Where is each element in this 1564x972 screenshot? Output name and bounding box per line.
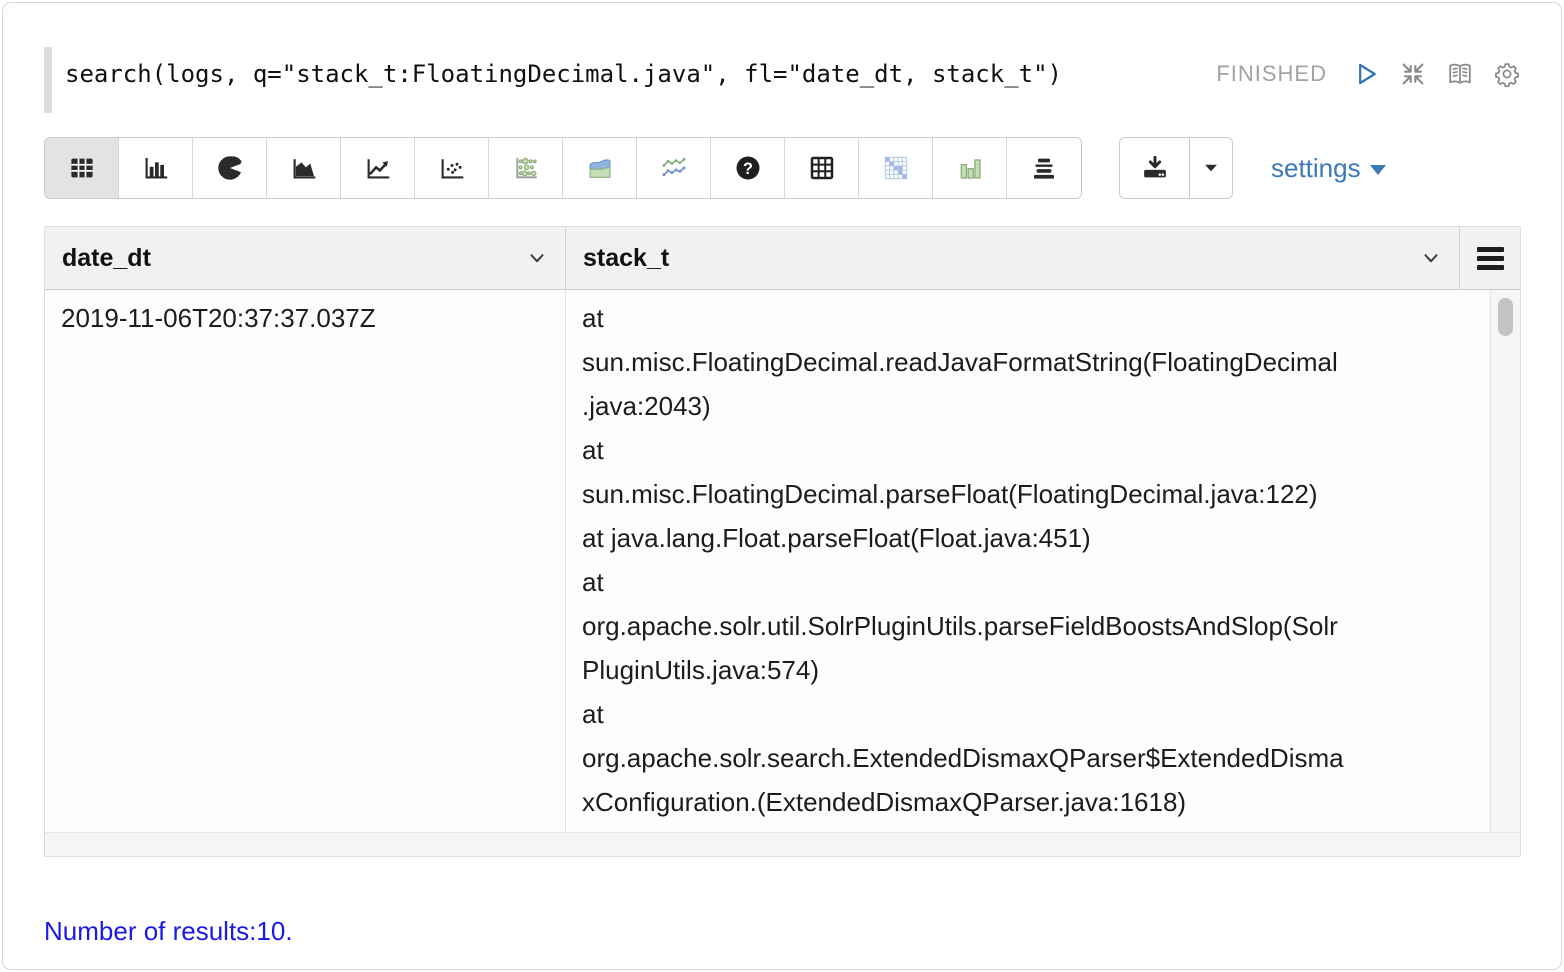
column-chart-icon [954, 152, 986, 184]
horizontal-bars-icon [1028, 152, 1060, 184]
status-badge: FINISHED [1216, 61, 1327, 87]
download-icon [1140, 153, 1170, 183]
pie-chart-button[interactable] [193, 138, 267, 198]
table-header: date_dt stack_t [45, 227, 1520, 290]
chart-type-group: ? [44, 137, 1082, 199]
line-chart-icon [363, 153, 393, 183]
cell-date-dt: 2019-11-06T20:37:37.037Z [45, 290, 566, 832]
chevron-down-icon[interactable] [526, 247, 548, 269]
grid-table-button[interactable] [785, 138, 859, 198]
multi-line-chart-button[interactable] [637, 138, 711, 198]
paragraph-card: search(logs, q="stack_t:FloatingDecimal.… [2, 2, 1562, 970]
stacked-area-chart-button[interactable] [563, 138, 637, 198]
result-toolbar: ? [44, 137, 1521, 199]
table-body: 2019-11-06T20:37:37.037Z at sun.misc.Flo… [45, 290, 1520, 832]
scatter-chart-button[interactable] [415, 138, 489, 198]
multi-line-chart-icon [658, 152, 690, 184]
column-label: stack_t [583, 244, 669, 273]
book-icon[interactable] [1446, 60, 1474, 88]
code-editor[interactable]: search(logs, q="stack_t:FloatingDecimal.… [65, 47, 1216, 88]
paragraph-controls: FINISHED [1216, 47, 1521, 88]
column-label: date_dt [62, 244, 151, 273]
menu-icon [1477, 247, 1504, 270]
grid-table-icon [807, 153, 837, 183]
chevron-down-icon[interactable] [1420, 247, 1442, 269]
heatmap-button[interactable] [859, 138, 933, 198]
help-button[interactable]: ? [711, 138, 785, 198]
vertical-scrollbar[interactable] [1490, 290, 1520, 832]
line-chart-button[interactable] [341, 138, 415, 198]
heatmap-icon [880, 152, 912, 184]
area-chart-icon [289, 153, 319, 183]
table-menu-button[interactable] [1460, 227, 1520, 289]
stacked-area-chart-icon [584, 152, 616, 184]
settings-caret-icon [1370, 165, 1386, 175]
table-view-button[interactable] [45, 138, 119, 198]
column-header-date-dt[interactable]: date_dt [45, 227, 566, 289]
bar-chart-icon [141, 153, 171, 183]
bar-chart-button[interactable] [119, 138, 193, 198]
gear-icon[interactable] [1493, 60, 1521, 88]
area-chart-button[interactable] [267, 138, 341, 198]
caret-down-icon [1200, 157, 1222, 179]
svg-text:?: ? [743, 160, 753, 178]
help-icon: ? [733, 153, 763, 183]
cell-stack-t: at sun.misc.FloatingDecimal.readJavaForm… [566, 290, 1490, 832]
results-count-text: Number of results:10. [44, 916, 1521, 947]
settings-label: settings [1271, 153, 1361, 184]
settings-link[interactable]: settings [1271, 153, 1386, 184]
scatter-chart-icon [437, 153, 467, 183]
download-split-button [1119, 137, 1233, 199]
run-icon[interactable] [1352, 60, 1380, 88]
scrollbar-thumb[interactable] [1498, 298, 1513, 336]
table-icon [67, 153, 97, 183]
bubble-chart-icon [510, 152, 542, 184]
pie-chart-icon [215, 153, 245, 183]
code-gutter-bar [44, 47, 52, 113]
horizontal-bars-button[interactable] [1007, 138, 1081, 198]
collapse-icon[interactable] [1399, 60, 1427, 88]
result-table: date_dt stack_t 2019-11-06T20:37:37.037Z… [44, 226, 1521, 857]
download-button[interactable] [1120, 138, 1190, 198]
code-row: search(logs, q="stack_t:FloatingDecimal.… [44, 47, 1521, 113]
bubble-chart-button[interactable] [489, 138, 563, 198]
download-options-button[interactable] [1190, 138, 1232, 198]
horizontal-scrollbar[interactable] [45, 832, 1520, 856]
column-header-stack-t[interactable]: stack_t [566, 227, 1460, 289]
column-chart-button[interactable] [933, 138, 1007, 198]
